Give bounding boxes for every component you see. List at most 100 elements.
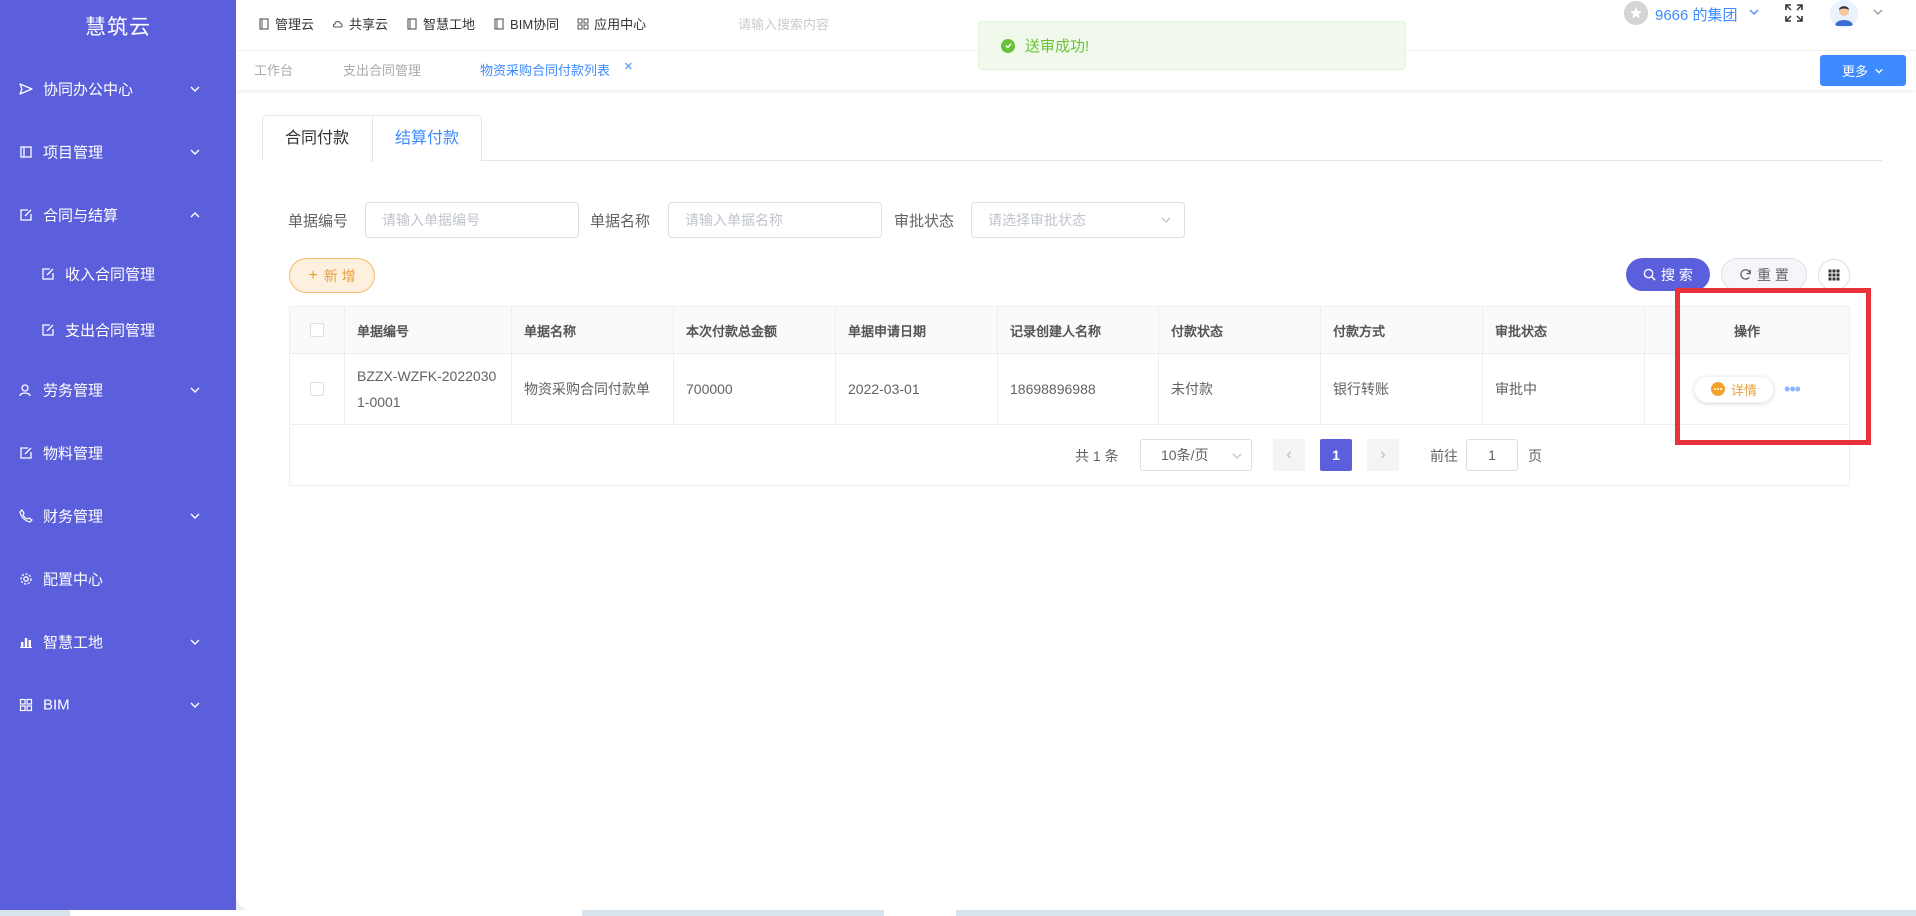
plus-icon: +	[308, 266, 318, 284]
chevron-down-icon	[1161, 217, 1171, 223]
sidebar-item-label: 合同与结算	[43, 207, 119, 225]
goto-page-input[interactable]: 1	[1466, 439, 1518, 471]
bottom-taskbar-strip	[0, 910, 1916, 916]
page-size-value: 10条/页	[1161, 447, 1209, 463]
grid-icon	[577, 18, 589, 29]
approval-status-select[interactable]: 请选择审批状态	[971, 202, 1185, 238]
top-nav-label: BIM协同	[510, 17, 560, 32]
doc-name-input[interactable]: 请输入单据名称	[668, 202, 882, 238]
doc-no-input[interactable]: 请输入单据编号	[365, 202, 579, 238]
sidebar: 慧筑云 协同办公中心 项目管理 合同与结算 收入合同管理 支出合同管理 劳务管理…	[0, 0, 236, 916]
page-number-current[interactable]: 1	[1320, 439, 1352, 471]
sidebar-item-labor[interactable]: 劳务管理	[0, 368, 236, 412]
sidebar-item-collab-office[interactable]: 协同办公中心	[0, 67, 236, 111]
org-name[interactable]: 9666 的集团	[1655, 4, 1738, 25]
reset-button[interactable]: 重 置	[1721, 258, 1807, 291]
fullscreen-icon[interactable]	[1784, 3, 1804, 23]
toast-message: 送审成功!	[1025, 38, 1090, 55]
send-icon	[18, 81, 34, 97]
top-nav-bim-collab[interactable]: BIM协同	[493, 14, 559, 33]
top-nav-smart-site[interactable]: 智慧工地	[406, 14, 475, 33]
top-search-input[interactable]: 请输入搜索内容	[738, 14, 829, 33]
sidebar-item-label: 项目管理	[43, 144, 104, 162]
doc-icon	[407, 17, 417, 30]
org-logo[interactable]	[1624, 1, 1648, 25]
sidebar-item-bim[interactable]: BIM	[0, 683, 236, 727]
sidebar-item-income-contract[interactable]: 收入合同管理	[0, 252, 236, 296]
chevron-down-icon	[188, 145, 202, 159]
top-nav-app-center[interactable]: 应用中心	[577, 14, 646, 33]
column-header[interactable]: 审批状态	[1483, 307, 1645, 353]
payment-table: 单据编号 单据名称 本次付款总金额 单据申请日期 记录创建人名称 付款状态 付款…	[289, 306, 1850, 486]
chevron-down-icon[interactable]	[1872, 6, 1884, 18]
sidebar-item-label: 财务管理	[43, 508, 104, 526]
tab-contract-payment[interactable]: 合同付款	[262, 115, 372, 161]
table-header: 单据编号 单据名称 本次付款总金额 单据申请日期 记录创建人名称 付款状态 付款…	[290, 307, 1849, 354]
search-button[interactable]: 搜 索	[1626, 258, 1710, 291]
more-button[interactable]: 更多	[1820, 55, 1906, 86]
more-actions-icon[interactable]: •••	[1784, 380, 1801, 398]
sidebar-item-config[interactable]: 配置中心	[0, 557, 236, 601]
avatar[interactable]	[1830, 0, 1858, 28]
column-header[interactable]: 单据编号	[345, 307, 512, 353]
check-circle-icon	[1001, 38, 1015, 53]
amount-cell: 700000	[674, 354, 836, 424]
add-button[interactable]: + 新 增	[289, 258, 375, 293]
close-icon[interactable]: ×	[624, 58, 633, 75]
pay-status-cell: 未付款	[1159, 354, 1321, 424]
column-header[interactable]: 单据申请日期	[836, 307, 998, 353]
sidebar-item-label: 协同办公中心	[43, 81, 134, 99]
top-nav-share-cloud[interactable]: 共享云	[332, 14, 388, 33]
chevron-up-icon	[188, 208, 202, 222]
top-nav-label: 管理云	[275, 17, 315, 32]
column-header[interactable]: 付款状态	[1159, 307, 1321, 353]
brand-title: 慧筑云	[85, 16, 151, 39]
sidebar-item-expense-contract[interactable]: 支出合同管理	[0, 308, 236, 352]
sidebar-item-contract-settlement[interactable]: 合同与结算	[0, 193, 236, 237]
pagination: 共 1 条 10条/页 1 前往 1 页	[290, 426, 1849, 486]
column-header[interactable]: 记录创建人名称	[998, 307, 1159, 353]
row-checkbox[interactable]	[310, 382, 324, 396]
chevron-down-icon	[188, 698, 202, 712]
sidebar-item-label: BIM	[43, 696, 70, 714]
next-page-button[interactable]	[1367, 439, 1399, 471]
chevron-down-icon[interactable]	[1748, 6, 1760, 18]
sidebar-item-project[interactable]: 项目管理	[0, 130, 236, 174]
column-header[interactable]: 本次付款总金额	[674, 307, 836, 353]
tab-expense-contract[interactable]: 支出合同管理	[343, 60, 421, 79]
sidebar-item-label: 智慧工地	[43, 634, 104, 652]
top-nav-label: 共享云	[349, 17, 389, 32]
page-size-select[interactable]: 10条/页	[1140, 439, 1252, 471]
column-header[interactable]: 付款方式	[1321, 307, 1483, 353]
chevron-down-icon	[188, 635, 202, 649]
tab-settlement-payment[interactable]: 结算付款	[372, 115, 483, 162]
edit-doc-icon	[18, 445, 34, 461]
chevron-down-icon	[188, 82, 202, 96]
column-header[interactable]: 单据名称	[512, 307, 674, 353]
edit-doc-icon	[18, 207, 34, 223]
sidebar-item-material[interactable]: 物料管理	[0, 431, 236, 475]
column-header: 操作	[1733, 323, 1760, 339]
actions-cell: 详情 •••	[1645, 354, 1849, 424]
taskbar-segment	[884, 910, 956, 916]
date-cell: 2022-03-01	[836, 354, 998, 424]
column-settings-button[interactable]	[1818, 259, 1850, 291]
tab-workbench[interactable]: 工作台	[254, 60, 293, 79]
top-nav-label: 智慧工地	[423, 17, 476, 32]
main-panel: 管理云 共享云 智慧工地 BIM协同 应用中心 请输入搜索内容 9666 的集团…	[236, 0, 1916, 910]
select-all-checkbox[interactable]	[310, 323, 324, 337]
top-nav: 管理云 共享云 智慧工地 BIM协同 应用中心	[258, 14, 646, 33]
more-circle-icon	[1711, 382, 1726, 396]
goto-label: 前往	[1430, 448, 1458, 464]
approval-status-placeholder: 请选择审批状态	[988, 212, 1086, 228]
detail-button[interactable]: 详情	[1694, 375, 1775, 403]
sidebar-item-smart-site[interactable]: 智慧工地	[0, 620, 236, 664]
top-nav-management-cloud[interactable]: 管理云	[258, 14, 314, 33]
row-checkbox-cell	[290, 354, 345, 424]
doc-name-label: 单据名称	[590, 213, 651, 230]
prev-page-button[interactable]	[1273, 439, 1305, 471]
tab-material-payment-list[interactable]: 物资采购合同付款列表	[480, 60, 610, 79]
sidebar-item-label: 配置中心	[43, 571, 104, 589]
sidebar-item-finance[interactable]: 财务管理	[0, 494, 236, 538]
chevron-down-icon	[1875, 68, 1883, 74]
